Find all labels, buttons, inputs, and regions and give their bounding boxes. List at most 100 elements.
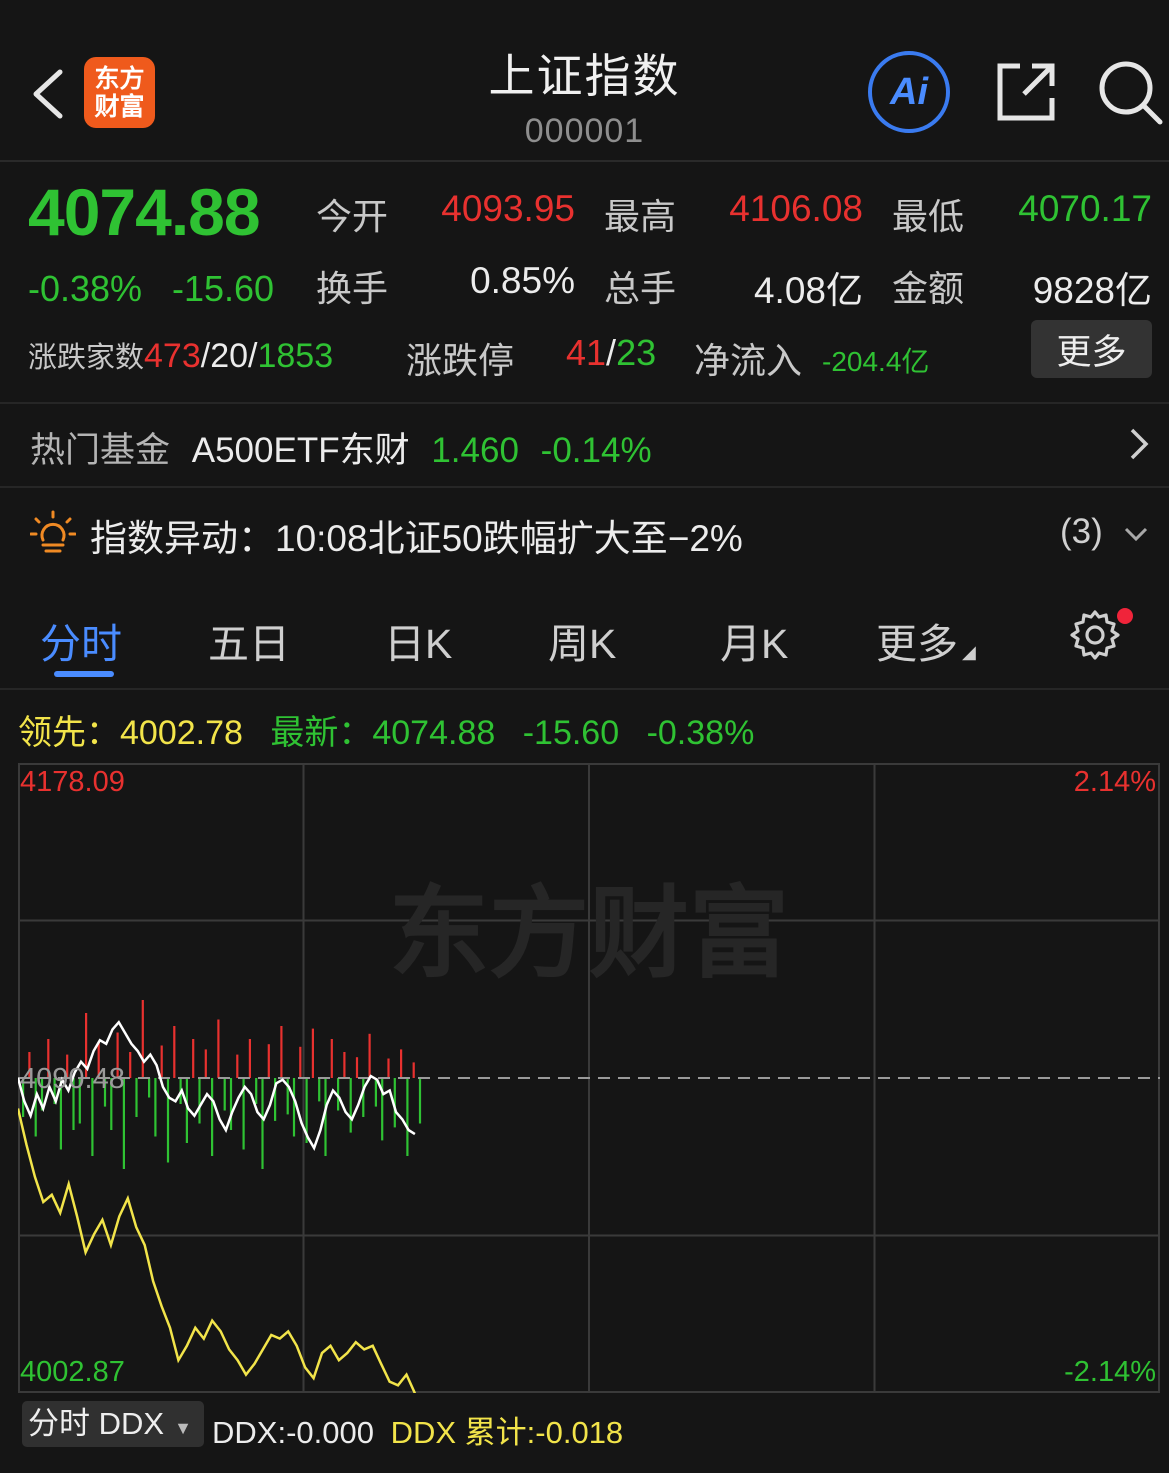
volume-bar <box>129 1052 132 1078</box>
ddx-cumulative: DDX 累计:-0.018 <box>390 1415 624 1450</box>
volume-bar <box>362 1078 365 1117</box>
ai-assistant-button[interactable]: Ai <box>868 51 950 133</box>
more-quote-button[interactable]: 更多 <box>1031 320 1152 378</box>
hot-fund-row[interactable]: 热门基金 A500ETF东财 1.460 -0.14% <box>30 422 652 473</box>
volume-label: 总手 <box>604 268 677 309</box>
active-tab-indicator <box>54 671 114 677</box>
volume-bar <box>173 1026 176 1078</box>
volume-bar <box>267 1044 270 1078</box>
volume-bar <box>311 1028 314 1078</box>
current-price: 4074.88 <box>28 175 261 249</box>
sun-alert-icon <box>30 510 76 553</box>
amount-label: 金额 <box>892 268 965 309</box>
search-icon[interactable] <box>1096 58 1164 126</box>
latest-value: 4074.88 <box>372 714 496 752</box>
volume-bar <box>368 1033 371 1078</box>
low-value: 4070.17 <box>1018 188 1152 229</box>
volume-bar <box>236 1054 239 1078</box>
volume-bar <box>248 1039 251 1078</box>
alert-label: 指数异动： <box>90 518 275 559</box>
pct-bottom-label: -2.14% <box>1064 1356 1156 1388</box>
volume-bar <box>160 1045 163 1078</box>
lead-value: 4002.78 <box>120 714 243 752</box>
high-label: 最高 <box>604 196 677 237</box>
limit-label: 涨跌停 <box>406 340 515 381</box>
index-alert-row[interactable]: 指数异动：10:08北证50跌幅扩大至−2% <box>90 508 743 562</box>
limit-down: 23 <box>616 332 657 373</box>
volume-bar <box>185 1078 188 1143</box>
dropdown-triangle-icon: ▼ <box>174 1418 192 1438</box>
y-mid-label: 4090.48 <box>20 1063 125 1095</box>
change-percent: -0.38% <box>28 268 143 309</box>
chart-legend: 领先：4002.78 最新：4074.88 -15.60 -0.38% <box>18 705 754 754</box>
volume-bar <box>418 1078 422 1124</box>
volume-bar <box>148 1078 151 1098</box>
open-label: 今开 <box>316 196 389 237</box>
tab-five-day[interactable]: 五日 <box>208 610 290 670</box>
tab-more[interactable]: 更多 ◢ <box>876 610 976 670</box>
volume-bar <box>255 1078 258 1104</box>
alert-count: (3) <box>1060 512 1103 551</box>
tab-more-label: 更多 <box>876 621 958 667</box>
volume-bar <box>204 1049 207 1078</box>
low-label: 最低 <box>892 196 965 237</box>
legend-pct: -0.38% <box>646 714 755 752</box>
intraday-chart[interactable]: 东方财富 4178.09 4090.48 4002.87 2.14% -2.14… <box>18 763 1160 1393</box>
latest-label: 最新： <box>270 714 373 752</box>
chart-tabs: 分时 五日 日K 周K 月K 更多 ◢ <box>0 584 1169 690</box>
watermark: 东方财富 <box>389 875 789 992</box>
fund-label: 热门基金 <box>30 431 171 470</box>
volume-bar <box>406 1078 409 1156</box>
volume-bar <box>349 1078 352 1133</box>
volume-bar <box>166 1078 170 1163</box>
limit-up: 41 <box>566 332 607 373</box>
breadth-sep: / <box>200 337 211 375</box>
volume-bar <box>261 1078 264 1169</box>
volume-bar <box>387 1058 390 1078</box>
chevron-right-icon[interactable] <box>1124 424 1154 464</box>
fund-name: A500ETF东财 <box>191 431 410 470</box>
y-bottom-label: 4002.87 <box>20 1356 125 1388</box>
volume-bar <box>217 1019 220 1078</box>
volume-bar <box>192 1039 195 1078</box>
market-breadth: 涨跌家数473/20/1853 <box>28 334 333 376</box>
limit-sep: / <box>606 332 617 373</box>
tab-monthly-k[interactable]: 月K <box>720 610 788 670</box>
volume-bar <box>412 1062 415 1078</box>
volume-bar <box>211 1078 214 1156</box>
volume-bar <box>299 1046 302 1078</box>
volume-bar <box>141 1000 144 1078</box>
netflow-label: 净流入 <box>694 340 803 381</box>
tab-weekly-k[interactable]: 周K <box>548 610 616 670</box>
change-value: -15.60 <box>172 268 275 309</box>
divider <box>0 402 1169 404</box>
volume-bar <box>223 1078 226 1111</box>
fund-pct: -0.14% <box>540 431 652 470</box>
gear-icon[interactable] <box>1068 608 1122 662</box>
fund-price: 1.460 <box>431 431 519 470</box>
volume-bar <box>198 1078 201 1124</box>
volume-bar <box>135 1078 138 1117</box>
y-top-label: 4178.09 <box>20 766 125 798</box>
volume-bar <box>154 1078 157 1137</box>
breadth-up: 473 <box>144 337 201 375</box>
volume-bar <box>330 1039 333 1078</box>
indicator-select[interactable]: 分时 DDX ▼ <box>22 1401 204 1447</box>
lead-label: 领先： <box>18 714 120 752</box>
share-icon[interactable] <box>994 60 1058 124</box>
breadth-down: 1853 <box>257 337 334 375</box>
volume-bar <box>229 1078 233 1130</box>
lead-line <box>18 1108 417 1393</box>
dropdown-triangle-icon: ◢ <box>962 642 976 662</box>
turnover-value: 0.85% <box>470 260 575 301</box>
tab-daily-k[interactable]: 日K <box>384 610 452 670</box>
limit-counts: 41/23 <box>566 332 656 374</box>
volume-bar <box>374 1078 377 1107</box>
breadth-flat: 20 <box>210 337 249 375</box>
ddx-value: DDX:-0.000 <box>212 1415 374 1450</box>
notification-dot <box>1117 608 1133 624</box>
tab-intraday[interactable]: 分时 <box>40 610 122 670</box>
chevron-down-icon[interactable] <box>1122 520 1150 548</box>
indicator-select-label: 分时 DDX <box>28 1406 165 1441</box>
pct-top-label: 2.14% <box>1074 766 1156 798</box>
